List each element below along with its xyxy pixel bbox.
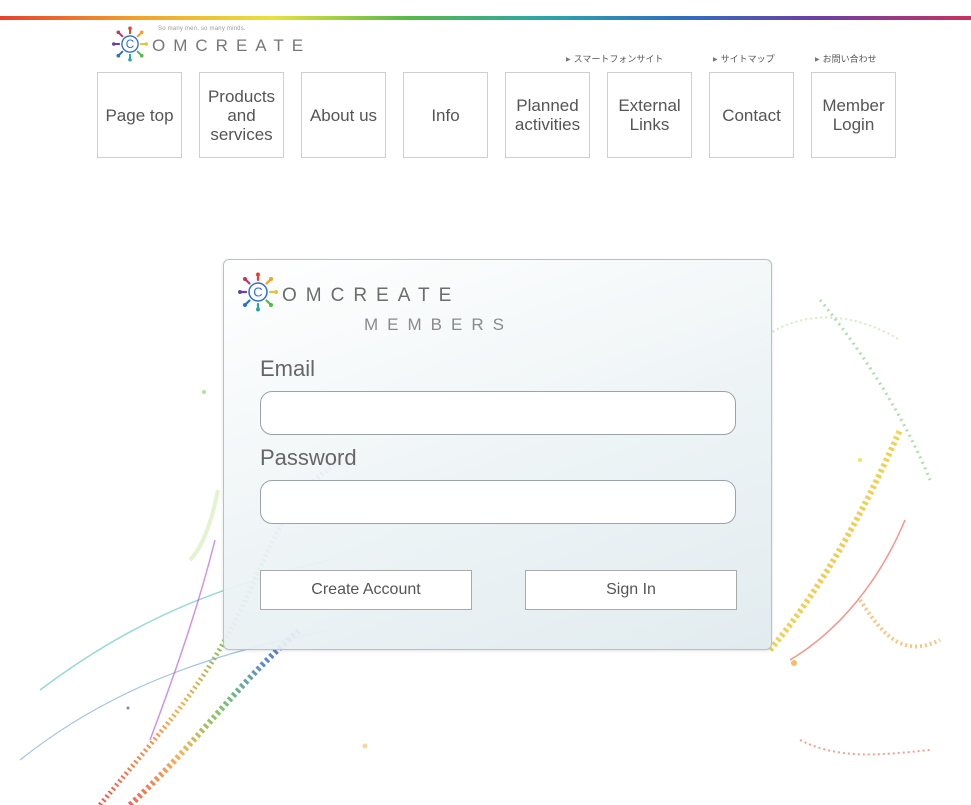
nav-external-links[interactable]: External Links [607,72,692,158]
password-label: Password [260,445,357,470]
create-account-button[interactable]: Create Account [260,570,472,610]
nav-contact[interactable]: Contact [709,72,794,158]
nav-planned-activities[interactable]: Planned activities [505,72,590,158]
triangle-right-icon: ▶ [566,57,571,63]
svg-text:C: C [126,38,134,51]
svg-text:C: C [253,285,262,300]
password-field[interactable] [260,480,736,524]
nav-member-login[interactable]: Member Login [811,72,896,158]
rainbow-top-bar [0,16,971,20]
util-link-inquiry[interactable]: ▶ お問い合わせ [815,52,877,65]
util-link-label: サイトマップ [720,54,775,64]
utility-links: ▶ スマートフォンサイト ▶ サイトマップ ▶ お問い合わせ [0,52,971,68]
util-link-sitemap[interactable]: ▶ サイトマップ [713,52,775,65]
nav-info[interactable]: Info [403,72,488,158]
members-logo: C OMCREATE MEMBERS [238,272,538,336]
members-logo-subtitle: MEMBERS [364,315,513,334]
email-label: Email [260,356,316,381]
logo-tagline: So many men, so many minds. [158,26,246,32]
util-link-label: スマートフォンサイト [573,54,664,64]
nav-products-and-services[interactable]: Products and services [199,72,284,158]
page: C So many men, so many minds. OMCREATE ▶… [0,0,971,805]
login-card: C OMCREATE MEMBERS Email Password Create… [223,259,772,650]
email-field[interactable] [260,391,736,435]
sign-in-button[interactable]: Sign In [525,570,737,610]
members-logo-wordmark: OMCREATE [282,285,461,306]
util-link-label: お問い合わせ [822,54,877,64]
nav-page-top[interactable]: Page top [97,72,182,158]
triangle-right-icon: ▶ [815,57,820,63]
util-link-smartphone[interactable]: ▶ スマートフォンサイト [566,52,663,65]
rainbow-c-icon: C [238,272,278,312]
nav-about-us[interactable]: About us [301,72,386,158]
triangle-right-icon: ▶ [713,57,718,63]
